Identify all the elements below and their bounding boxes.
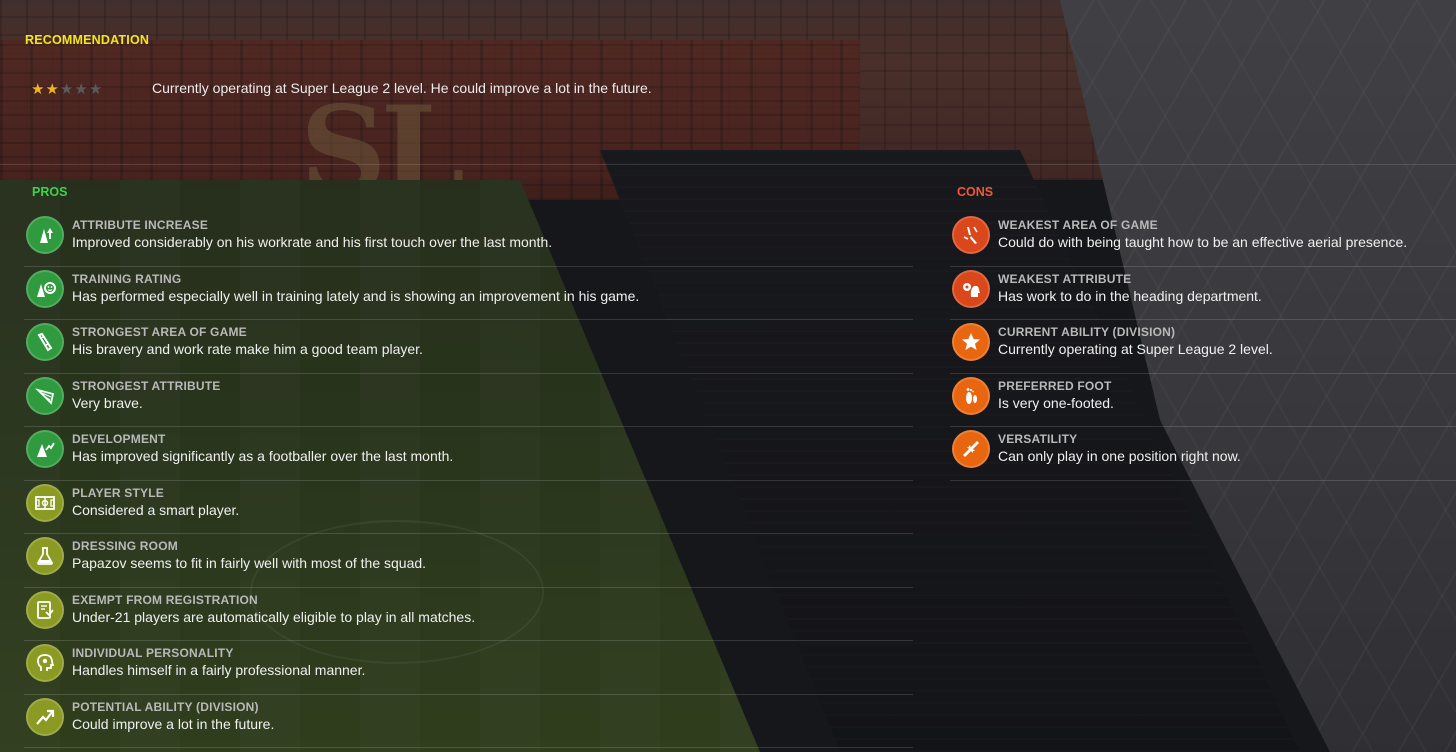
item-label: INDIVIDUAL PERSONALITY — [72, 646, 234, 660]
star-empty-icon: ★ — [88, 81, 103, 98]
pros-item-potential-ability[interactable]: POTENTIAL ABILITY (DIVISION) Could impro… — [24, 695, 913, 748]
item-label: EXEMPT FROM REGISTRATION — [72, 592, 258, 607]
pros-item-dressing-room[interactable]: DRESSING ROOM Papazov seems to fit in fa… — [24, 534, 913, 588]
pros-item-player-style[interactable]: PLAYER STYLE Considered a smart player. — [24, 481, 913, 534]
registration-icon — [26, 590, 64, 629]
pros-item-training-rating[interactable]: TRAINING RATING Has performed especially… — [24, 267, 913, 320]
scout-report-panel: RECOMMENDATION ★ ★ ★ ★ ★ Currently opera… — [0, 0, 1456, 752]
cons-item-preferred-foot[interactable]: PREFERRED FOOT Is very one-footed. — [950, 374, 1456, 427]
item-label: DEVELOPMENT — [72, 432, 166, 446]
cons-list: WEAKEST AREA OF GAME Could do with being… — [950, 213, 1456, 481]
cons-item-current-ability[interactable]: CURRENT ABILITY (DIVISION) Currently ope… — [950, 320, 1456, 374]
cons-heading: CONS — [957, 185, 994, 199]
item-label: VERSATILITY — [998, 432, 1078, 446]
star-filled-icon: ★ — [45, 81, 59, 98]
item-label: TRAINING RATING — [72, 271, 182, 286]
star-filled-icon: ★ — [31, 81, 45, 98]
flask-icon — [26, 537, 64, 575]
pitch-icon — [26, 483, 64, 522]
item-label: STRONGEST AREA OF GAME — [72, 325, 247, 339]
item-description: Handles himself in a fairly professional… — [72, 662, 366, 678]
item-description: Could improve a lot in the future. — [72, 715, 275, 732]
pros-item-individual-personality[interactable]: INDIVIDUAL PERSONALITY Handles himself i… — [24, 641, 913, 695]
item-label: WEAKEST ATTRIBUTE — [998, 271, 1132, 286]
item-description: Papazov seems to fit in fairly well with… — [72, 555, 427, 571]
item-label: PLAYER STYLE — [72, 485, 164, 500]
item-description: Considered a smart player. — [72, 501, 240, 518]
item-description: Has performed especially well in trainin… — [72, 287, 640, 304]
pros-item-strongest-area[interactable]: STRONGEST AREA OF GAME His bravery and w… — [24, 320, 913, 374]
item-description: Has improved significantly as a football… — [72, 448, 454, 464]
training-rating-icon — [26, 269, 64, 308]
item-label: DRESSING ROOM — [72, 539, 178, 553]
trend-up-icon — [26, 697, 64, 736]
star-empty-icon: ★ — [59, 81, 74, 98]
pros-item-exempt-registration[interactable]: EXEMPT FROM REGISTRATION Under-21 player… — [24, 588, 913, 641]
development-icon — [26, 430, 64, 468]
head-icon — [26, 644, 64, 682]
item-description: Could do with being taught how to be an … — [998, 234, 1408, 250]
swap-arrows-icon — [952, 430, 990, 468]
item-label: WEAKEST AREA OF GAME — [998, 218, 1158, 232]
item-description: Is very one-footed. — [998, 394, 1114, 411]
weakest-area-icon — [952, 216, 990, 254]
pros-item-attribute-increase[interactable]: ATTRIBUTE INCREASE Improved considerably… — [24, 213, 913, 267]
item-description: His bravery and work rate make him a goo… — [72, 341, 423, 357]
item-description: Can only play in one position right now. — [998, 448, 1241, 464]
strongest-area-icon — [26, 323, 64, 361]
item-description: Has work to do in the heading department… — [998, 287, 1262, 304]
star-empty-icon: ★ — [74, 81, 88, 98]
recommendation-text: Currently operating at Super League 2 le… — [152, 80, 652, 96]
item-description: Under-21 players are automatically eligi… — [72, 608, 476, 625]
attribute-increase-icon — [26, 216, 64, 254]
pros-list: ATTRIBUTE INCREASE Improved considerably… — [24, 213, 913, 748]
star-icon — [952, 323, 990, 361]
item-label: PREFERRED FOOT — [998, 378, 1112, 393]
recommendation-heading: RECOMMENDATION — [25, 33, 150, 47]
item-description: Improved considerably on his workrate an… — [72, 234, 553, 250]
item-label: CURRENT ABILITY (DIVISION) — [998, 325, 1176, 339]
cons-item-weakest-area[interactable]: WEAKEST AREA OF GAME Could do with being… — [950, 213, 1456, 267]
heading-ball-icon — [952, 269, 990, 308]
pros-heading: PROS — [32, 185, 68, 199]
strongest-attribute-icon — [26, 376, 64, 415]
item-label: ATTRIBUTE INCREASE — [72, 218, 209, 232]
pros-item-development[interactable]: DEVELOPMENT Has improved significantly a… — [24, 427, 913, 481]
cons-item-versatility[interactable]: VERSATILITY Can only play in one positio… — [950, 427, 1456, 481]
item-label: POTENTIAL ABILITY (DIVISION) — [72, 699, 259, 714]
footprint-icon — [952, 376, 990, 415]
item-description: Currently operating at Super League 2 le… — [998, 341, 1273, 357]
item-label: STRONGEST ATTRIBUTE — [72, 378, 221, 393]
recommendation-star-rating: ★ ★ ★ ★ ★ — [31, 82, 102, 98]
divider — [0, 164, 1456, 165]
cons-item-weakest-attribute[interactable]: WEAKEST ATTRIBUTE Has work to do in the … — [950, 267, 1456, 320]
item-description: Very brave. — [72, 394, 143, 411]
pros-item-strongest-attribute[interactable]: STRONGEST ATTRIBUTE Very brave. — [24, 374, 913, 427]
